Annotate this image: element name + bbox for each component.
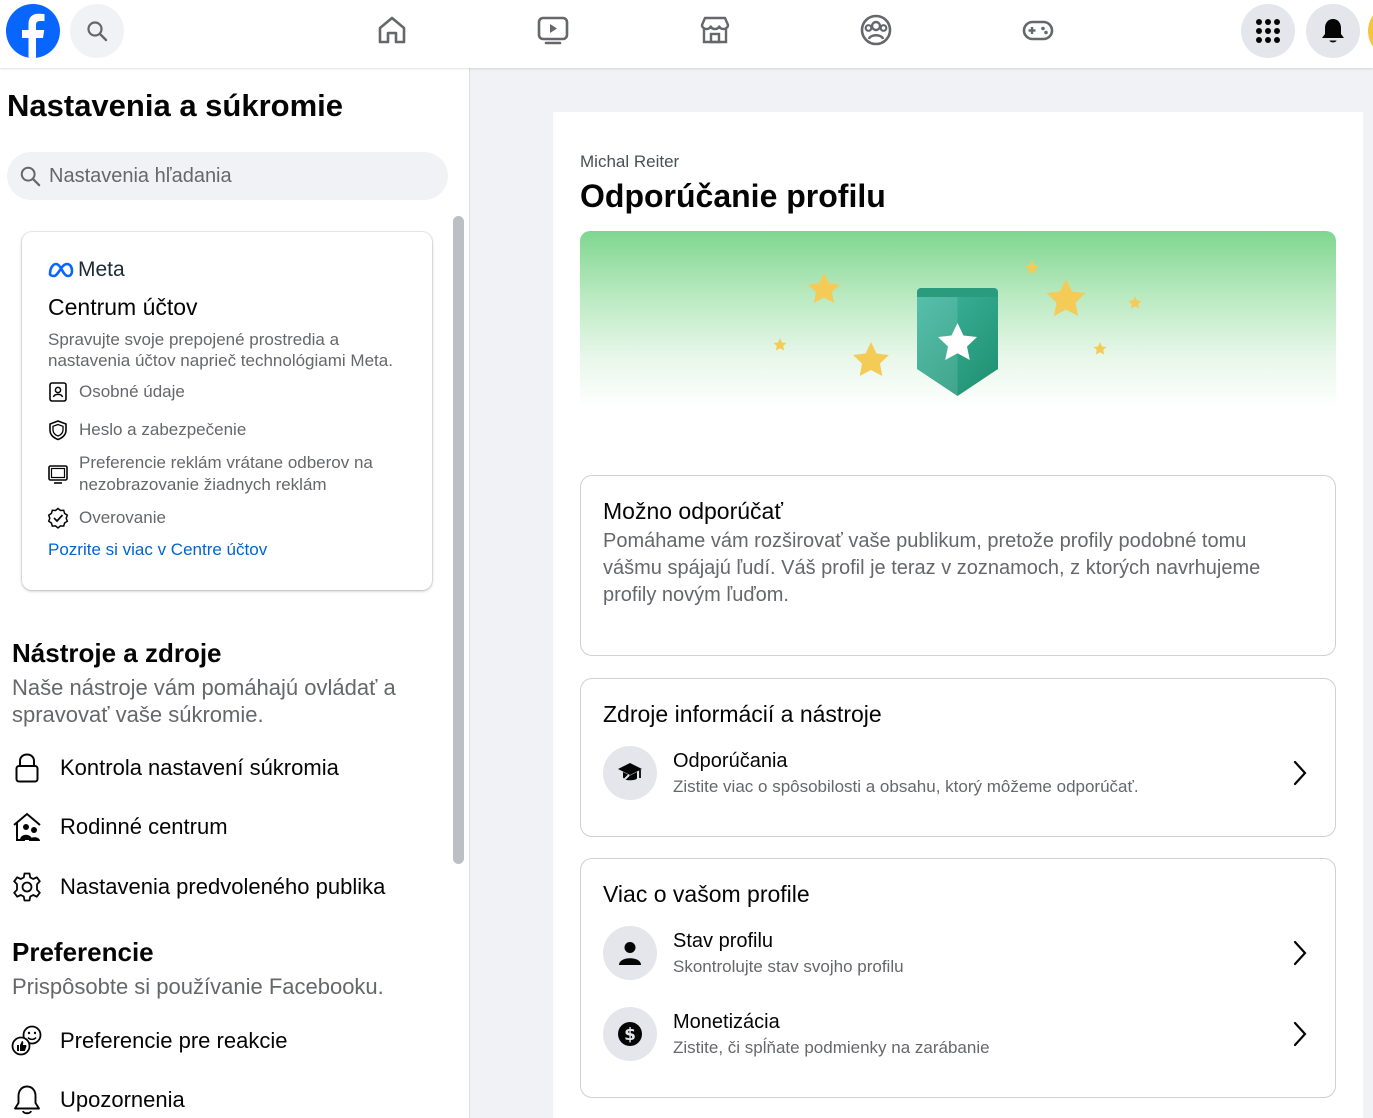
preferences-section-description: Prispôsobte si používanie Facebooku.: [12, 974, 384, 999]
row-subtitle: Zistite viac o spôsobilosti a obsahu, kt…: [673, 776, 1139, 796]
search-icon: [20, 166, 41, 187]
row-subtitle: Skontrolujte stav svojho profilu: [673, 956, 904, 976]
gear-icon: [10, 870, 44, 904]
meta-item-verification[interactable]: Overovanie: [46, 506, 166, 530]
graduation-cap-icon: [603, 746, 657, 800]
sidebar-item-label: Preferencie pre reakcie: [60, 1028, 288, 1053]
meta-logo-icon: [48, 262, 74, 278]
svg-text:$: $: [624, 1025, 636, 1045]
id-card-icon: [46, 380, 70, 404]
menu-grid-icon: [1256, 19, 1280, 43]
status-card-title: Možno odporúčať: [603, 498, 783, 524]
account-avatar[interactable]: [1368, 4, 1373, 58]
person-icon: [603, 926, 657, 980]
preferences-section-title: Preferencie: [12, 937, 154, 967]
profile-recommendation-panel: Michal Reiter Odporúčanie profilu Možno …: [553, 112, 1363, 1118]
chevron-right-icon: [1285, 1020, 1315, 1048]
badge-stars-illustration: [773, 260, 1142, 396]
watch-icon[interactable]: [533, 10, 573, 50]
meta-item-label: Heslo a zabezpečenie: [79, 420, 247, 439]
reactions-icon: [10, 1024, 44, 1058]
meta-brand: Meta: [48, 258, 125, 282]
row-title: Stav profilu: [673, 929, 774, 952]
profile-card-title: Viac o vašom profile: [603, 881, 810, 907]
recommendation-banner: [580, 231, 1336, 441]
facebook-logo-icon[interactable]: [6, 4, 60, 58]
sidebar-item-family-center[interactable]: Rodinné centrum: [10, 807, 228, 847]
sidebar-item-default-audience[interactable]: Nastavenia predvoleného publika: [10, 867, 385, 907]
sidebar-item-label: Upozornenia: [60, 1087, 185, 1112]
home-icon[interactable]: [372, 10, 412, 50]
marketplace-icon[interactable]: [695, 10, 735, 50]
meta-item-label: Overovanie: [79, 508, 166, 527]
bell-outline-icon: [10, 1083, 44, 1117]
resources-card: Zdroje informácií a nástroje Odporúčania…: [580, 678, 1336, 837]
tools-section-title: Nástroje a zdroje: [12, 638, 222, 668]
meta-item-label: Preferencie reklám vrátane odberov na ne…: [79, 453, 373, 494]
gaming-icon[interactable]: [1018, 10, 1058, 50]
profile-owner-name: Michal Reiter: [580, 152, 680, 171]
profile-status-row[interactable]: Stav profilu Skontrolujte stav svojho pr…: [603, 925, 1315, 981]
accounts-center-title: Centrum účtov: [48, 294, 198, 320]
meta-item-personal-details[interactable]: Osobné údaje: [46, 380, 185, 404]
settings-search-input[interactable]: [49, 164, 429, 188]
verified-check-icon: [46, 506, 70, 530]
sidebar-item-privacy-checkup[interactable]: Kontrola nastavení súkromia: [10, 748, 339, 788]
search-icon: [87, 21, 108, 42]
sidebar-item-label: Nastavenia predvoleného publika: [60, 874, 386, 899]
notifications-button[interactable]: [1306, 4, 1360, 58]
resources-card-title: Zdroje informácií a nástroje: [603, 701, 882, 727]
accounts-center-link[interactable]: Pozrite si viac v Centre účtov: [48, 540, 267, 560]
groups-icon[interactable]: [856, 10, 896, 50]
status-card-text: Pomáhame vám rozširovať vaše publikum, p…: [603, 530, 1261, 606]
chevron-right-icon: [1285, 939, 1315, 967]
chevron-right-icon: [1285, 759, 1315, 787]
sidebar-item-label: Kontrola nastavení súkromia: [60, 755, 339, 780]
search-button[interactable]: [70, 4, 124, 58]
sidebar-scrollbar[interactable]: [453, 216, 464, 864]
profile-more-card: Viac o vašom profile Stav profilu Skontr…: [580, 858, 1336, 1098]
sidebar-item-reaction-preferences[interactable]: Preferencie pre reakcie: [10, 1021, 287, 1061]
row-title: Odporúčania: [673, 749, 788, 772]
sidebar-item-label: Rodinné centrum: [60, 814, 228, 839]
meta-item-label: Osobné údaje: [79, 382, 185, 401]
sidebar-item-notifications[interactable]: Upozornenia: [10, 1080, 185, 1118]
monitor-icon: [46, 462, 70, 486]
top-navigation-bar: [0, 0, 1373, 68]
bell-icon: [1322, 19, 1344, 43]
meta-brand-label: Meta: [78, 258, 125, 281]
family-home-icon: [10, 810, 44, 844]
shield-icon: [46, 418, 70, 442]
menu-button[interactable]: [1241, 4, 1295, 58]
settings-search[interactable]: [7, 152, 448, 200]
sidebar-title: Nastavenia a súkromie: [7, 88, 344, 123]
recommendation-status-card: Možno odporúčať Pomáhame vám rozširovať …: [580, 475, 1336, 656]
accounts-center-description: Spravujte svoje prepojené prostredia a n…: [48, 330, 393, 370]
accounts-center-card[interactable]: Meta Centrum účtov Spravujte svoje prepo…: [22, 232, 432, 590]
row-title: Monetizácia: [673, 1010, 780, 1033]
page-title: Odporúčanie profilu: [580, 178, 886, 214]
monetization-row[interactable]: $ Monetizácia Zistite, či spĺňate podmie…: [603, 1006, 1315, 1062]
settings-sidebar: Nastavenia a súkromie Meta Centrum účtov…: [0, 68, 470, 1118]
meta-item-ad-preferences[interactable]: Preferencie reklám vrátane odberov na ne…: [46, 452, 386, 496]
dollar-icon: $: [603, 1007, 657, 1061]
tools-section-description: Naše nástroje vám pomáhajú ovládať a spr…: [12, 675, 396, 727]
lock-icon: [10, 751, 44, 785]
recommendations-row[interactable]: Odporúčania Zistite viac o spôsobilosti …: [603, 745, 1315, 801]
row-subtitle: Zistite, či spĺňate podmienky na zarában…: [673, 1037, 990, 1057]
meta-item-password-security[interactable]: Heslo a zabezpečenie: [46, 418, 246, 442]
